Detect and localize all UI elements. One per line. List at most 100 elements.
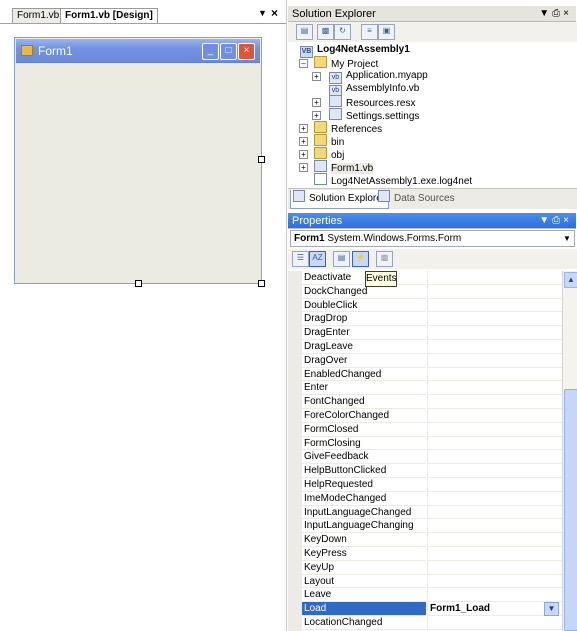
event-handler[interactable] [427, 547, 562, 561]
event-row[interactable]: Deactivate [288, 271, 562, 285]
expand-icon[interactable]: + [312, 72, 321, 81]
event-handler[interactable] [427, 491, 562, 506]
expand-icon[interactable]: + [299, 150, 308, 159]
event-row[interactable]: InputLanguageChanged [288, 505, 562, 520]
form-designer-window[interactable]: Form1 _ □ × [14, 37, 262, 284]
event-handler[interactable] [427, 450, 562, 465]
chevron-down-icon[interactable]: ▼ [544, 602, 559, 617]
tree-item-references[interactable]: References [314, 121, 382, 135]
event-row[interactable]: Layout [288, 574, 562, 589]
expand-icon[interactable]: + [299, 124, 308, 133]
tab-form1-design[interactable]: Form1.vb [Design] [60, 8, 158, 24]
properties-icon[interactable]: ▤ [333, 251, 350, 267]
tab-data-sources[interactable]: Data Sources [376, 190, 458, 208]
event-row[interactable]: KeyDown [288, 533, 562, 547]
event-row[interactable]: HelpRequested [288, 478, 562, 492]
alphabetical-icon[interactable]: AZ [309, 251, 326, 267]
event-row[interactable]: DragOver [288, 353, 562, 368]
event-row[interactable]: DragLeave [288, 340, 562, 354]
minimize-icon[interactable]: _ [202, 43, 219, 60]
tree-item-application-myapp[interactable]: vb Application.myapp [329, 69, 428, 84]
close-icon[interactable]: × [563, 215, 572, 226]
form-client-area[interactable] [20, 64, 257, 278]
tab-solution-explorer[interactable]: Solution Explorer [290, 190, 390, 209]
expand-icon[interactable]: + [299, 137, 308, 146]
resize-handle-right[interactable] [258, 156, 265, 163]
event-handler[interactable] [427, 616, 562, 630]
show-all-files-icon[interactable]: ▩ [317, 24, 334, 40]
pin-icon[interactable]: ⎙ [552, 8, 563, 19]
event-handler[interactable]: Form1_Load [427, 602, 562, 616]
tree-item-settings[interactable]: Settings.settings [329, 108, 419, 122]
event-row[interactable]: KeyUp [288, 560, 562, 575]
view-code-icon[interactable]: ≡ [361, 24, 378, 40]
pin-dropdown-icon[interactable]: ▼ [258, 8, 267, 18]
maximize-icon[interactable]: □ [220, 43, 237, 60]
event-row[interactable]: FormClosed [288, 422, 562, 437]
tree-item-resources[interactable]: Resources.resx [329, 95, 415, 109]
event-handler[interactable] [427, 422, 562, 437]
event-handler[interactable] [427, 381, 562, 396]
event-handler[interactable] [427, 478, 562, 492]
event-row[interactable]: DragDrop [288, 312, 562, 327]
categorized-icon[interactable]: ☰ [292, 251, 309, 267]
expand-icon[interactable]: + [312, 98, 321, 107]
event-row[interactable]: LocationChanged [288, 616, 562, 630]
tree-item-assemblyinfo[interactable]: vb AssemblyInfo.vb [329, 82, 419, 97]
event-handler[interactable] [427, 340, 562, 354]
event-row[interactable]: EnabledChanged [288, 367, 562, 382]
event-handler[interactable] [427, 284, 562, 299]
properties-icon[interactable]: ▤ [296, 24, 313, 40]
event-row[interactable]: KeyPress [288, 547, 562, 561]
event-row-selected[interactable]: Load Form1_Load ▼ [288, 602, 562, 617]
dropdown-icon[interactable]: ▼ [561, 232, 573, 245]
scroll-up-icon[interactable]: ▲ [564, 272, 577, 288]
pin-icon[interactable]: ⎙ [552, 215, 563, 226]
event-handler[interactable] [427, 519, 562, 534]
events-icon[interactable]: ⚡ [352, 251, 369, 267]
event-handler[interactable] [427, 574, 562, 589]
tree-item-my-project[interactable]: My Project [314, 56, 378, 70]
event-row[interactable]: GiveFeedback [288, 450, 562, 465]
tree-item-project[interactable]: VB Log4NetAssembly1 [300, 43, 410, 58]
event-handler[interactable] [427, 326, 562, 340]
vertical-scrollbar[interactable]: ▲ [562, 271, 577, 631]
event-row[interactable]: DockChanged [288, 284, 562, 299]
close-icon[interactable]: × [271, 6, 278, 20]
event-row[interactable]: ForeColorChanged [288, 409, 562, 423]
event-row[interactable]: DragEnter [288, 326, 562, 340]
expand-icon[interactable]: + [312, 111, 321, 120]
event-row[interactable]: HelpButtonClicked [288, 464, 562, 478]
event-handler[interactable] [427, 353, 562, 368]
form-titlebar[interactable]: Form1 _ □ × [16, 39, 260, 63]
event-handler[interactable] [427, 312, 562, 327]
event-row[interactable]: FontChanged [288, 395, 562, 409]
dropdown-icon[interactable]: ▼ [539, 215, 552, 226]
close-icon[interactable]: × [563, 8, 572, 19]
collapse-icon[interactable]: – [299, 59, 308, 68]
resize-handle-bottom[interactable] [135, 280, 142, 287]
scroll-thumb[interactable] [564, 389, 577, 631]
event-handler[interactable] [427, 271, 562, 285]
event-row[interactable]: DoubleClick [288, 298, 562, 313]
tree-item-form1-vb[interactable]: Form1.vb [314, 160, 374, 174]
event-handler[interactable] [427, 298, 562, 313]
tree-item-log4net-config[interactable]: Log4NetAssembly1.exe.log4net [314, 173, 472, 187]
event-handler[interactable] [427, 409, 562, 423]
refresh-icon[interactable]: ↻ [334, 24, 351, 40]
tree-item-bin[interactable]: bin [314, 134, 344, 148]
event-row[interactable]: ImeModeChanged [288, 491, 562, 506]
event-handler[interactable] [427, 533, 562, 547]
tree-item-obj[interactable]: obj [314, 147, 344, 161]
resize-handle-corner[interactable] [258, 280, 265, 287]
event-handler[interactable] [427, 560, 562, 575]
event-row[interactable]: Leave [288, 588, 562, 603]
event-row[interactable]: InputLanguageChanging [288, 519, 562, 534]
event-handler[interactable] [427, 588, 562, 603]
property-pages-icon[interactable]: ▩ [376, 251, 393, 267]
close-window-icon[interactable]: × [238, 43, 255, 60]
event-row[interactable]: FormClosing [288, 436, 562, 451]
tab-form1-vb[interactable]: Form1.vb [12, 8, 65, 24]
event-handler[interactable] [427, 367, 562, 382]
view-designer-icon[interactable]: ▣ [378, 24, 395, 40]
